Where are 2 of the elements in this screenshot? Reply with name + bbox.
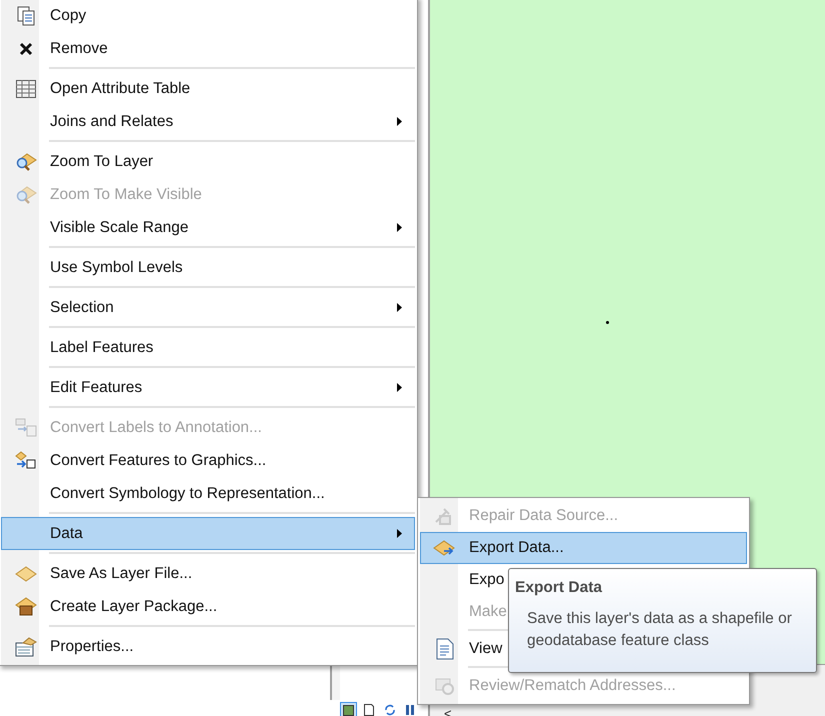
- tooltip-title: Export Data: [515, 579, 604, 597]
- tooltip-text: Save this layer's data as a shapefile or geodatabase feature class: [527, 609, 793, 651]
